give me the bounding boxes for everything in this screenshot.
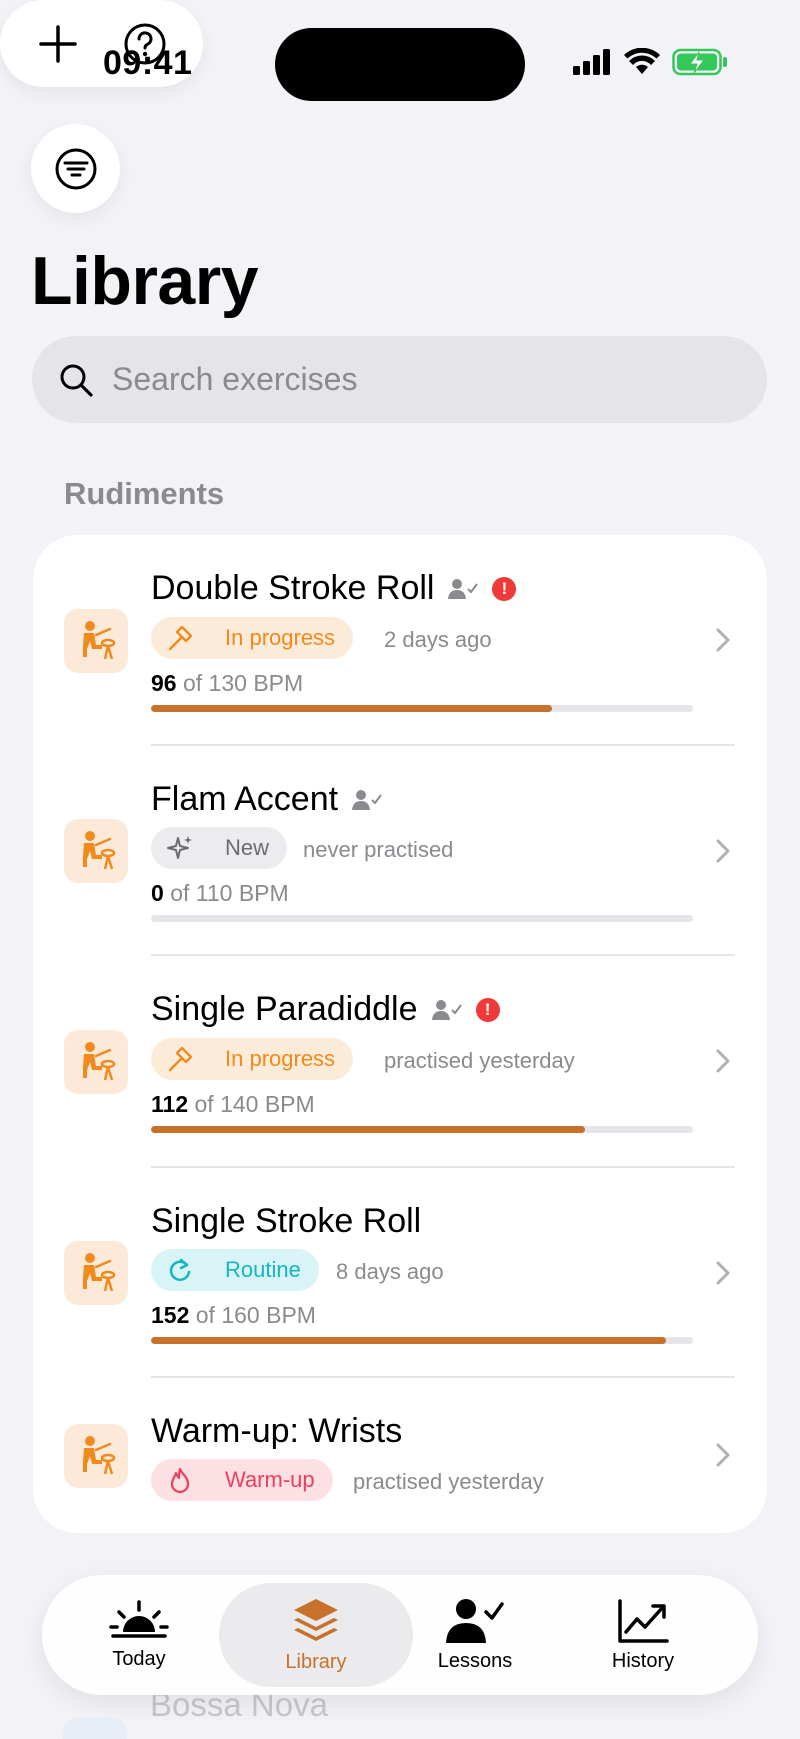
bpm-current: 0 [151, 880, 164, 906]
drummer-icon [83, 1436, 116, 1475]
exercise-title: Warm-up: Wrists [151, 1412, 403, 1450]
bpm-target: of 130 BPM [182, 670, 304, 696]
exercise-row[interactable]: Single Paradiddle ! In progress practise… [33, 956, 767, 1168]
bpm-readout: 96 of 130 BPM [151, 670, 303, 697]
dynamic-island [275, 28, 525, 101]
exercise-list: Double Stroke Roll ! In progress 2 days … [33, 535, 767, 1533]
person-check-icon [446, 1598, 504, 1643]
search-bar[interactable]: Search exercises [32, 336, 767, 423]
tab-label: Library [285, 1650, 347, 1673]
last-practised: practised yesterday [353, 1469, 544, 1494]
tab-today[interactable]: Today [66, 1583, 212, 1687]
progress-bar [151, 915, 693, 922]
progress-bar-fill [151, 1337, 666, 1344]
exercise-icon [64, 609, 128, 673]
exercise-row[interactable]: Single Stroke Roll Routine 8 days ago 15… [33, 1168, 767, 1378]
person-check-icon [448, 578, 479, 599]
bpm-current: 112 [151, 1091, 189, 1117]
sparkles-icon [167, 836, 192, 859]
chevron-right-icon [716, 1261, 730, 1285]
tab-library[interactable]: Library [219, 1583, 413, 1687]
add-button[interactable] [28, 14, 88, 74]
progress-bar-fill [151, 705, 553, 712]
battery-charging-icon [672, 48, 727, 76]
status-badge-label: New [225, 835, 270, 860]
exercise-title: Single Stroke Roll [151, 1202, 422, 1240]
status-badge-label: Warm-up [225, 1467, 315, 1492]
progress-bar [151, 705, 693, 712]
chevron-right-icon [716, 1443, 730, 1467]
tab-history[interactable]: History [568, 1583, 718, 1687]
tab-bar: Today Library Lessons History [42, 1575, 758, 1695]
search-icon [60, 364, 93, 397]
chevron-right-icon [716, 628, 730, 652]
alert-icon: ! [492, 576, 517, 601]
hammer-icon [168, 625, 193, 651]
exercise-title: Double Stroke Roll [151, 569, 435, 607]
filter-button[interactable] [31, 124, 120, 213]
drummer-icon [83, 621, 116, 660]
bpm-readout: 152 of 160 BPM [151, 1302, 316, 1329]
drummer-icon [83, 1042, 116, 1081]
section-title: Rudiments [64, 476, 225, 511]
exercise-icon [64, 1030, 128, 1094]
chevron-right-icon [716, 1049, 730, 1073]
last-practised: 2 days ago [384, 627, 492, 652]
alert-icon: ! [475, 997, 500, 1022]
wifi-icon [624, 48, 660, 74]
progress-bar [151, 1126, 693, 1133]
cellular-signal-icon [573, 49, 610, 75]
flame-icon [170, 1467, 190, 1494]
bpm-target: of 160 BPM [195, 1302, 316, 1328]
tab-label: Today [112, 1647, 166, 1670]
bpm-current: 96 [151, 670, 177, 696]
exercise-icon [64, 1241, 128, 1305]
progress-bar [151, 1337, 693, 1344]
status-badge: In progress [151, 617, 354, 659]
bpm-target: of 140 BPM [194, 1091, 315, 1117]
status-badge: New [151, 827, 288, 869]
tab-label: Lessons [437, 1649, 513, 1672]
exercise-row[interactable]: Flam Accent New never practised 0 of 110… [33, 746, 767, 956]
tab-lessons[interactable]: Lessons [400, 1583, 550, 1687]
exercise-title: Single Paradiddle [151, 990, 418, 1028]
bpm-current: 152 [151, 1302, 190, 1328]
person-check-icon [431, 999, 462, 1020]
exercise-row[interactable]: Warm-up: Wrists Warm-up practised yester… [33, 1378, 767, 1533]
repeat-icon [169, 1258, 191, 1281]
progress-bar-fill [151, 1126, 585, 1133]
exercise-icon [64, 1424, 128, 1488]
status-badge-label: In progress [225, 1046, 336, 1071]
bpm-target: of 110 BPM [170, 880, 289, 906]
status-badge: Routine [151, 1249, 319, 1291]
exercise-icon [63, 1718, 127, 1739]
exercise-row[interactable]: Double Stroke Roll ! In progress 2 days … [33, 535, 767, 746]
filter-icon [55, 148, 96, 189]
stack-icon [294, 1598, 338, 1641]
status-badge: In progress [151, 1038, 354, 1080]
plus-icon [39, 24, 77, 63]
last-practised: 8 days ago [336, 1259, 444, 1284]
sunrise-icon [109, 1599, 169, 1638]
tab-label: History [611, 1649, 675, 1672]
last-practised: never practised [303, 837, 454, 862]
drummer-icon [83, 1253, 116, 1292]
chart-line-icon [618, 1598, 669, 1643]
search-input[interactable]: Search exercises [112, 361, 357, 398]
page-title: Library [31, 243, 259, 319]
exercise-icon [64, 819, 128, 883]
drummer-icon [83, 831, 116, 870]
bpm-readout: 0 of 110 BPM [151, 880, 289, 907]
status-badge-label: Routine [225, 1257, 301, 1282]
status-badge-label: In progress [225, 625, 336, 650]
status-time: 09:41 [103, 44, 193, 82]
bpm-readout: 112 of 140 BPM [151, 1091, 315, 1118]
hammer-icon [168, 1046, 193, 1072]
exercise-title: Flam Accent [151, 780, 339, 818]
person-check-icon [352, 789, 382, 810]
chevron-right-icon [716, 839, 730, 863]
status-badge: Warm-up [151, 1459, 333, 1501]
status-icons [572, 48, 728, 76]
last-practised: practised yesterday [384, 1048, 575, 1073]
